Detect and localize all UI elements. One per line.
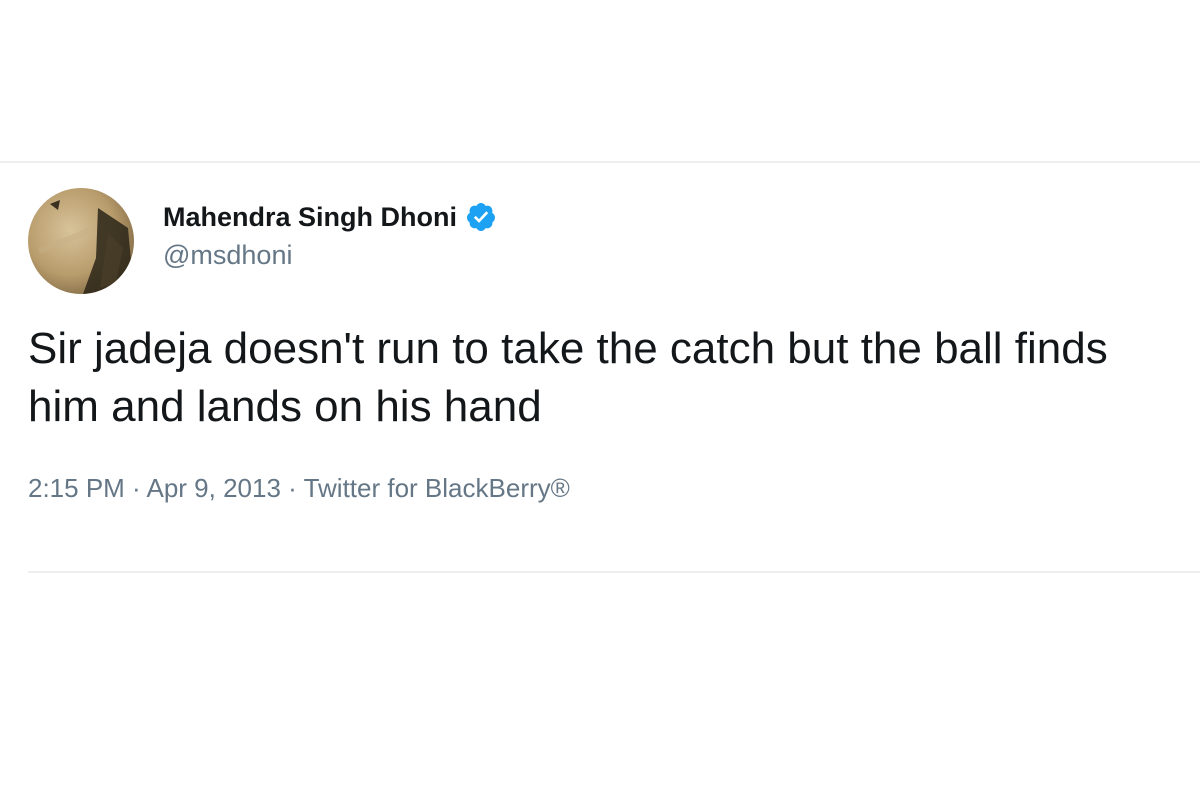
- page: Mahendra Singh Dhoni @msdhoni Sir jadeja…: [0, 0, 1200, 800]
- tweet-card: Mahendra Singh Dhoni @msdhoni Sir jadeja…: [28, 188, 1178, 504]
- tweet-text: Sir jadeja doesn't run to take the catch…: [28, 324, 1108, 431]
- tweet-header: Mahendra Singh Dhoni @msdhoni: [28, 188, 1178, 298]
- verified-badge-icon: [465, 201, 497, 233]
- author-info: Mahendra Singh Dhoni @msdhoni: [163, 200, 497, 271]
- name-row: Mahendra Singh Dhoni: [163, 200, 497, 234]
- bottom-divider: [28, 571, 1200, 573]
- author-handle[interactable]: @msdhoni: [163, 240, 497, 271]
- profile-photo-icon: [28, 188, 134, 294]
- tweet-time[interactable]: 2:15 PM: [28, 473, 125, 503]
- tweet-source: Twitter for BlackBerry®: [303, 473, 570, 503]
- meta-separator: ·: [280, 473, 304, 503]
- tweet-meta: 2:15 PM · Apr 9, 2013 · Twitter for Blac…: [28, 473, 1178, 504]
- tweet-date[interactable]: Apr 9, 2013: [147, 473, 281, 503]
- author-display-name[interactable]: Mahendra Singh Dhoni: [163, 202, 457, 233]
- meta-separator: ·: [124, 473, 147, 503]
- top-divider: [0, 161, 1200, 163]
- avatar[interactable]: [28, 188, 134, 294]
